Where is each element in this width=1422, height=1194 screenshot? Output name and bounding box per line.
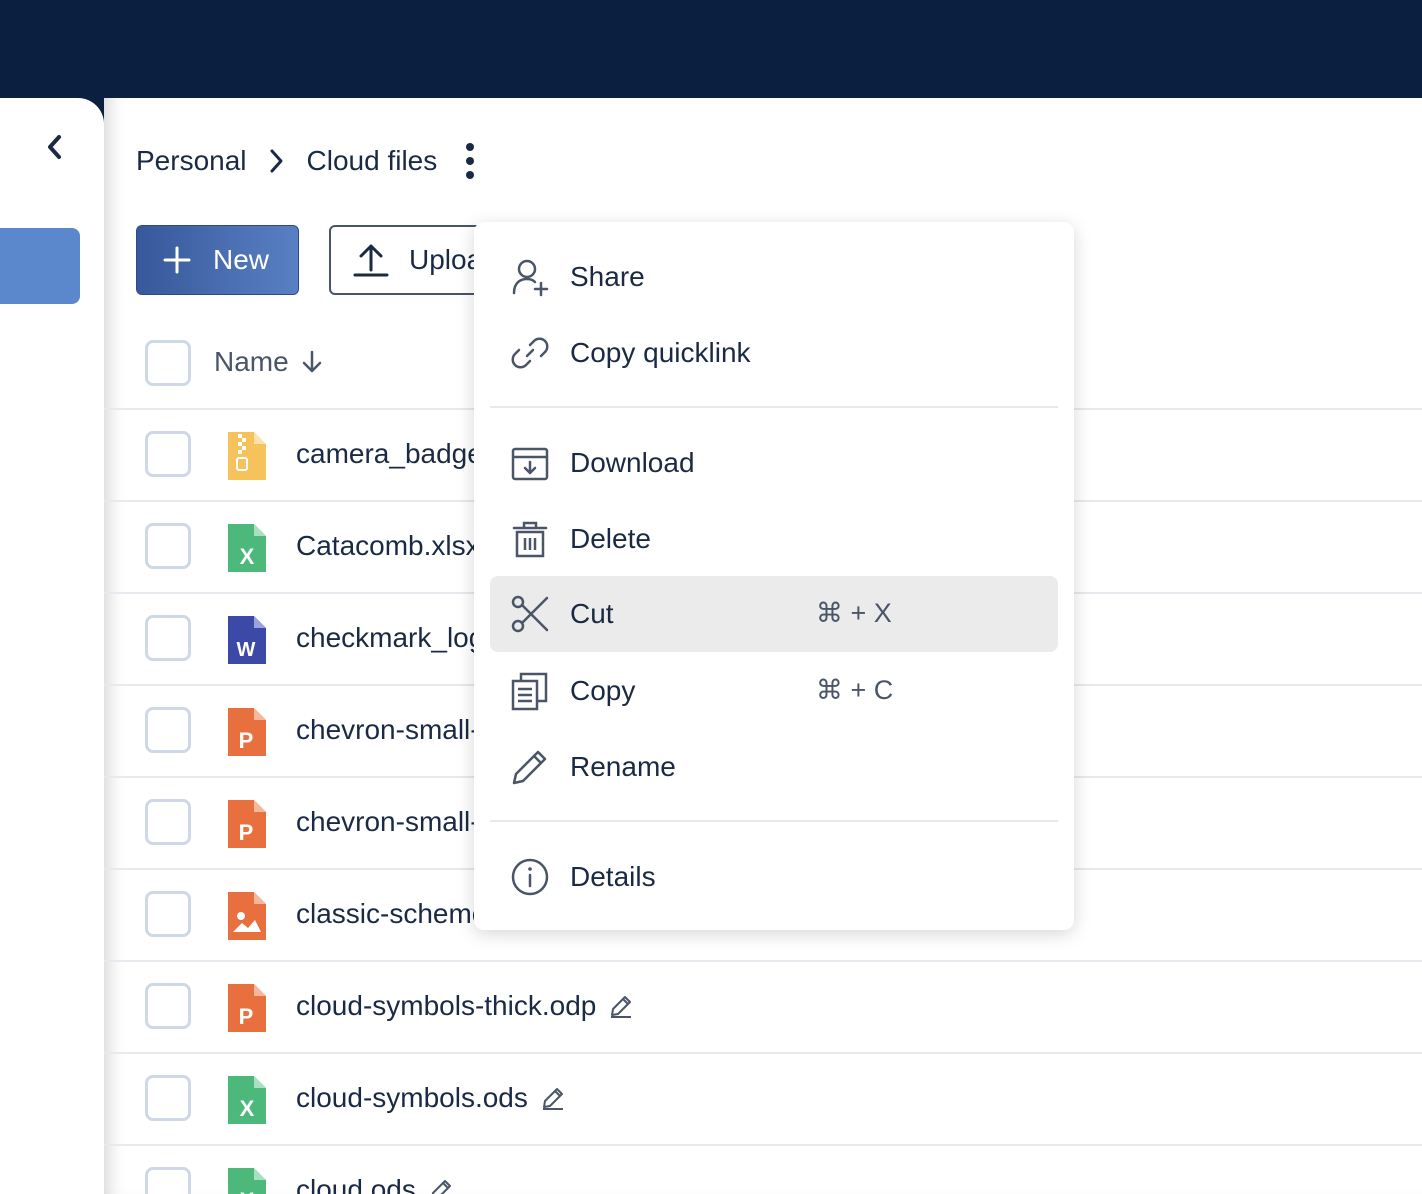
menu-item-rename[interactable]: Rename	[490, 729, 1058, 805]
context-menu: Share Copy quicklink Download Delete Cut…	[474, 222, 1074, 930]
svg-text:X: X	[240, 1096, 255, 1121]
cut-shortcut: ⌘ + X	[816, 598, 892, 628]
menu-item-label: Copy	[570, 675, 636, 706]
menu-item-label: Copy quicklink	[570, 337, 751, 368]
pencil-icon	[510, 747, 550, 787]
menu-divider	[490, 406, 1058, 408]
menu-item-label: Delete	[570, 523, 651, 554]
sidebar	[0, 98, 104, 1194]
download-icon	[510, 443, 550, 483]
arrow-down-icon	[301, 349, 323, 375]
menu-item-label: Download	[570, 447, 695, 478]
more-actions-button[interactable]	[465, 142, 475, 180]
copy-icon	[510, 671, 550, 711]
menu-item-delete[interactable]: Delete	[490, 501, 1058, 577]
breadcrumb-cloud-files[interactable]: Cloud files	[307, 145, 438, 177]
breadcrumb: Personal Cloud files	[136, 142, 475, 180]
row-checkbox[interactable]	[145, 1167, 191, 1194]
info-icon	[510, 857, 550, 897]
table-row[interactable]: P cloud-symbols-thick.odp	[104, 962, 1422, 1054]
copy-shortcut: ⌘ + C	[816, 675, 894, 705]
scissors-icon	[510, 594, 550, 634]
spreadsheet-file-icon: X	[228, 524, 266, 572]
menu-item-cut[interactable]: Cut ⌘ + X	[490, 576, 1058, 652]
kebab-menu-icon	[466, 143, 475, 179]
presentation-file-icon: P	[228, 984, 266, 1032]
edit-pencil-icon[interactable]	[608, 993, 634, 1019]
top-bar	[0, 0, 1422, 98]
breadcrumb-personal[interactable]: Personal	[136, 145, 247, 177]
menu-item-label: Details	[570, 861, 656, 892]
row-checkbox[interactable]	[145, 431, 191, 477]
presentation-file-icon: P	[228, 800, 266, 848]
menu-item-copy[interactable]: Copy ⌘ + C	[490, 653, 1058, 729]
table-row[interactable]: X cloud.ods	[104, 1146, 1422, 1194]
spreadsheet-file-icon: X	[228, 1168, 266, 1194]
name-column-label: Name	[214, 346, 289, 377]
row-checkbox[interactable]	[145, 891, 191, 937]
sidebar-collapse-button[interactable]	[40, 132, 70, 162]
row-checkbox[interactable]	[145, 523, 191, 569]
file-name[interactable]: cloud-symbols-thick.odp	[296, 990, 634, 1022]
svg-text:W: W	[237, 639, 256, 661]
svg-text:P: P	[239, 1004, 254, 1029]
new-button-label: New	[213, 244, 270, 275]
plus-icon	[163, 246, 191, 274]
menu-item-label: Share	[570, 261, 645, 292]
select-all-checkbox[interactable]	[145, 340, 191, 386]
file-name[interactable]: Catacomb.xlsx	[296, 530, 480, 562]
zip-file-icon	[228, 432, 266, 480]
menu-item-share[interactable]: Share	[490, 239, 1058, 315]
user-plus-icon	[510, 257, 550, 297]
trash-icon	[510, 519, 550, 559]
image-file-icon	[228, 892, 266, 940]
menu-divider	[490, 820, 1058, 822]
presentation-file-icon: P	[228, 708, 266, 756]
link-icon	[510, 333, 550, 373]
row-checkbox[interactable]	[145, 707, 191, 753]
file-name[interactable]: cloud.ods	[296, 1174, 454, 1194]
spreadsheet-file-icon: X	[228, 1076, 266, 1124]
row-checkbox[interactable]	[145, 983, 191, 1029]
edit-pencil-icon[interactable]	[540, 1085, 566, 1111]
file-name[interactable]: cloud-symbols.ods	[296, 1082, 566, 1114]
svg-text:P: P	[239, 728, 254, 753]
new-button[interactable]: New	[136, 225, 299, 295]
menu-item-copy-quicklink[interactable]: Copy quicklink	[490, 315, 1058, 391]
name-column-header[interactable]: Name	[214, 346, 323, 378]
chevron-left-icon	[48, 135, 61, 159]
menu-item-details[interactable]: Details	[490, 839, 1058, 915]
document-file-icon: W	[228, 616, 266, 664]
menu-item-download[interactable]: Download	[490, 425, 1058, 501]
svg-text:P: P	[239, 820, 254, 845]
menu-item-label: Cut	[570, 598, 614, 629]
sidebar-item-active[interactable]	[0, 228, 80, 304]
svg-text:X: X	[240, 1188, 255, 1194]
row-checkbox[interactable]	[145, 1075, 191, 1121]
menu-item-label: Rename	[570, 751, 676, 782]
row-checkbox[interactable]	[145, 799, 191, 845]
upload-icon	[353, 242, 389, 278]
chevron-right-icon	[269, 148, 285, 174]
edit-pencil-icon[interactable]	[428, 1177, 454, 1194]
svg-text:X: X	[240, 544, 255, 569]
table-row[interactable]: X cloud-symbols.ods	[104, 1054, 1422, 1146]
row-checkbox[interactable]	[145, 615, 191, 661]
